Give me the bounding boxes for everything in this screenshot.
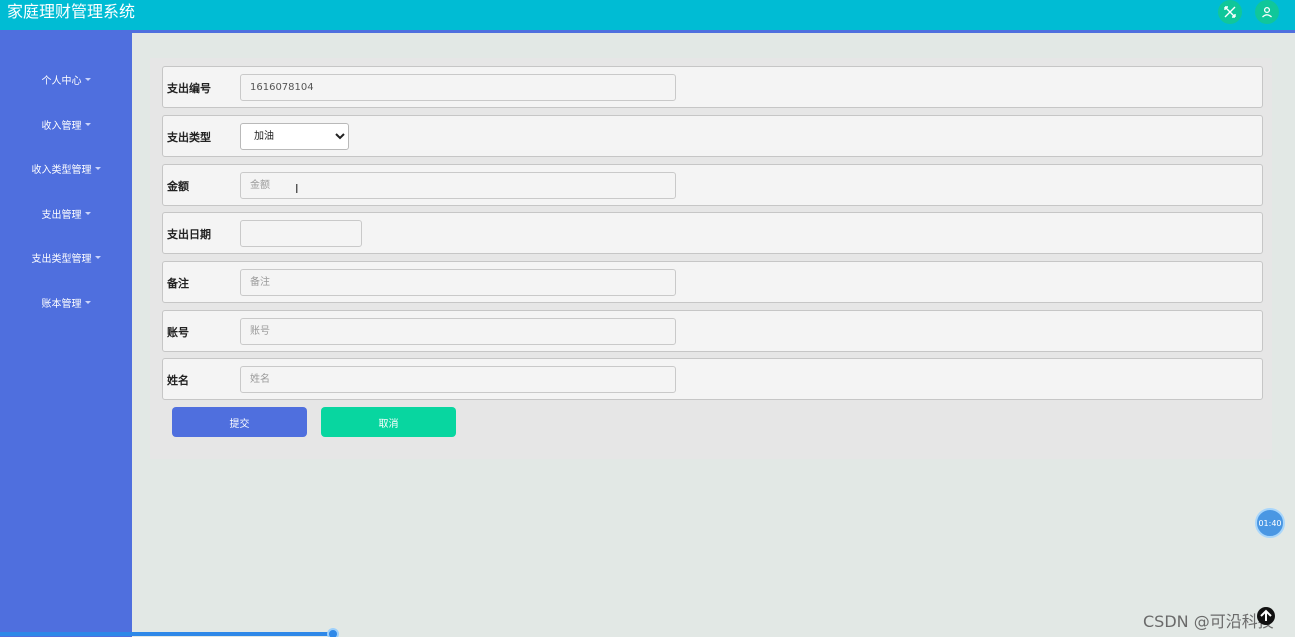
form-row-expense-date: 支出日期: [162, 212, 1263, 254]
app-title: 家庭理财管理系统: [7, 2, 136, 21]
name-input[interactable]: [240, 366, 676, 393]
scroll-to-top-icon[interactable]: [1255, 605, 1277, 627]
sidebar-item-personal-center[interactable]: 个人中心: [0, 69, 132, 89]
form-row-account: 账号: [162, 310, 1263, 352]
expense-date-input[interactable]: [240, 220, 362, 247]
sidebar-item-label: 个人中心: [41, 75, 82, 87]
text-cursor-icon: I: [295, 182, 299, 196]
sidebar-item-ledger[interactable]: 账本管理: [0, 292, 132, 312]
form-row-expense-id: 支出编号: [162, 66, 1263, 108]
sidebar-item-income-type[interactable]: 收入类型管理: [0, 158, 132, 178]
field-label: 支出日期: [167, 228, 211, 241]
account-input[interactable]: [240, 318, 676, 345]
caret-down-icon: [84, 122, 91, 126]
recording-timer-badge: 01:40: [1255, 508, 1285, 538]
sidebar-item-label: 收入类型管理: [31, 164, 92, 176]
user-icon[interactable]: [1255, 0, 1279, 24]
video-progress-bar[interactable]: [0, 632, 333, 636]
sidebar-item-label: 支出管理: [41, 209, 82, 221]
expense-type-select[interactable]: 加油: [240, 123, 349, 150]
sidebar-item-label: 收入管理: [41, 120, 82, 132]
remark-input[interactable]: [240, 269, 676, 296]
sidebar-item-label: 账本管理: [41, 298, 82, 310]
form-row-amount: 金额: [162, 164, 1263, 206]
field-label: 姓名: [167, 374, 189, 387]
field-label: 支出类型: [167, 131, 211, 144]
field-label: 备注: [167, 277, 189, 290]
progress-knob[interactable]: [327, 628, 339, 637]
field-label: 金额: [167, 180, 189, 193]
top-header: 家庭理财管理系统: [0, 0, 1295, 33]
expense-id-input[interactable]: [240, 74, 676, 101]
form-row-expense-type: 支出类型 加油: [162, 115, 1263, 157]
sidebar-item-expense-type[interactable]: 支出类型管理: [0, 247, 132, 267]
field-label: 支出编号: [167, 82, 211, 95]
caret-down-icon: [94, 255, 101, 259]
form-row-name: 姓名: [162, 358, 1263, 400]
sidebar-item-expense[interactable]: 支出管理: [0, 203, 132, 223]
fullscreen-icon[interactable]: [1218, 0, 1242, 24]
sidebar-item-label: 支出类型管理: [31, 253, 92, 265]
cancel-button[interactable]: 取消: [321, 407, 456, 437]
field-label: 账号: [167, 326, 189, 339]
caret-down-icon: [84, 300, 91, 304]
caret-down-icon: [84, 77, 91, 81]
sidebar: 个人中心 收入管理 收入类型管理 支出管理 支出类型管理 账本管理: [0, 33, 132, 637]
caret-down-icon: [94, 166, 101, 170]
amount-input[interactable]: [240, 172, 676, 199]
caret-down-icon: [84, 211, 91, 215]
submit-button[interactable]: 提交: [172, 407, 307, 437]
form-row-remark: 备注: [162, 261, 1263, 303]
sidebar-item-income[interactable]: 收入管理: [0, 114, 132, 134]
